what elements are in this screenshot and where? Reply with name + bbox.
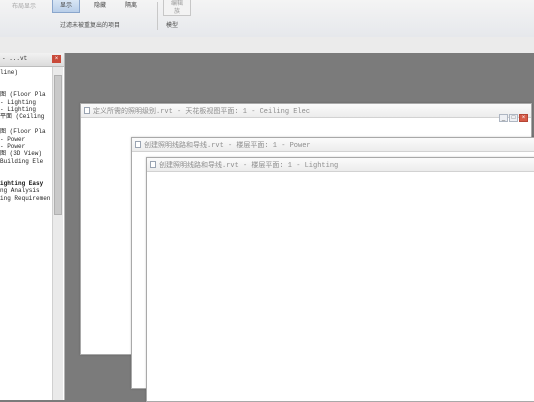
ribbon-group-label-filter: 过滤未被重复出的项目 (60, 23, 121, 29)
tree-item[interactable] (0, 165, 50, 172)
document-icon (84, 107, 90, 114)
tree-item[interactable]: Building Ele (0, 158, 50, 165)
tree-item[interactable]: - Power (0, 136, 50, 143)
window-title: 定义所需的照明级别.rvt - 天花板视图平面: 1 - Ceiling Ele… (93, 108, 311, 116)
browser-scrollbar[interactable] (52, 67, 63, 400)
tree-item[interactable]: 图 (3D View) (0, 150, 50, 157)
tree-item[interactable]: - Power (0, 143, 50, 150)
isolate-button[interactable]: 隔离 (118, 0, 144, 12)
edit-label: 编辑 (170, 1, 183, 7)
ribbon-footer-bar (0, 37, 534, 53)
minimize-icon[interactable]: _ (499, 114, 508, 122)
tree-item[interactable]: - Lighting (0, 106, 50, 113)
window-titlebar[interactable]: 创建照明线路和导线.rvt - 楼层平面: 1 - Lighting (147, 158, 534, 172)
window-titlebar[interactable]: 创建照明线路和导线.rvt - 楼层平面: 1 - Power (132, 138, 534, 152)
project-tree: line) 图 (Floor Pla - Lighting - Lighting 平面 … (0, 69, 50, 202)
tree-item[interactable]: 图 (Floor Pla (0, 128, 50, 135)
document-icon (135, 141, 141, 148)
tree-item[interactable] (0, 172, 50, 179)
hide-button[interactable]: 隐藏 (87, 0, 113, 12)
tree-item[interactable] (0, 121, 50, 128)
ribbon-group-label-model: 模型 (166, 23, 179, 29)
tree-item[interactable] (0, 76, 50, 83)
edit-label-2: 族 (173, 9, 180, 15)
tree-item[interactable]: ighting Easy (0, 180, 50, 187)
project-browser: - ...vt × line) 图 (Floor Pla - Lighting - L… (0, 53, 65, 400)
window-title: 创建照明线路和导线.rvt - 楼层平面: 1 - Lighting (159, 162, 339, 170)
ribbon-divider (157, 2, 158, 30)
hidden-view-button[interactable]: 布局显示 (0, 0, 48, 14)
restore-icon[interactable]: □ (509, 114, 518, 122)
tree-item[interactable]: ing Requiremen (0, 195, 50, 202)
tree-item[interactable]: line) (0, 69, 50, 76)
tree-item[interactable]: 图 (Floor Pla (0, 91, 50, 98)
view-window-lighting[interactable]: 创建照明线路和导线.rvt - 楼层平面: 1 - Lighting (146, 157, 534, 402)
close-icon[interactable]: × (52, 55, 61, 63)
project-browser-title: - ...vt (2, 55, 28, 62)
ribbon: 布局显示 显示 隐藏 隔离 编辑 族 过滤未被重复出的项目 模型 (0, 0, 534, 38)
edit-family-button[interactable]: 编辑 族 (163, 0, 191, 16)
tree-item[interactable]: ng Analysis (0, 187, 50, 194)
project-browser-titlebar: - ...vt × (0, 53, 64, 67)
tree-item[interactable]: - Lighting (0, 99, 50, 106)
tree-item[interactable] (0, 84, 50, 91)
window-titlebar[interactable]: 定义所需的照明级别.rvt - 天花板视图平面: 1 - Ceiling Ele… (81, 104, 531, 122)
show-button[interactable]: 显示 (52, 0, 80, 13)
close-icon[interactable]: × (519, 114, 528, 122)
tree-item[interactable]: 平面 (Ceiling (0, 113, 50, 120)
scrollbar-thumb[interactable] (54, 75, 62, 215)
document-icon (150, 161, 156, 168)
window-title: 创建照明线路和导线.rvt - 楼层平面: 1 - Power (144, 142, 311, 150)
